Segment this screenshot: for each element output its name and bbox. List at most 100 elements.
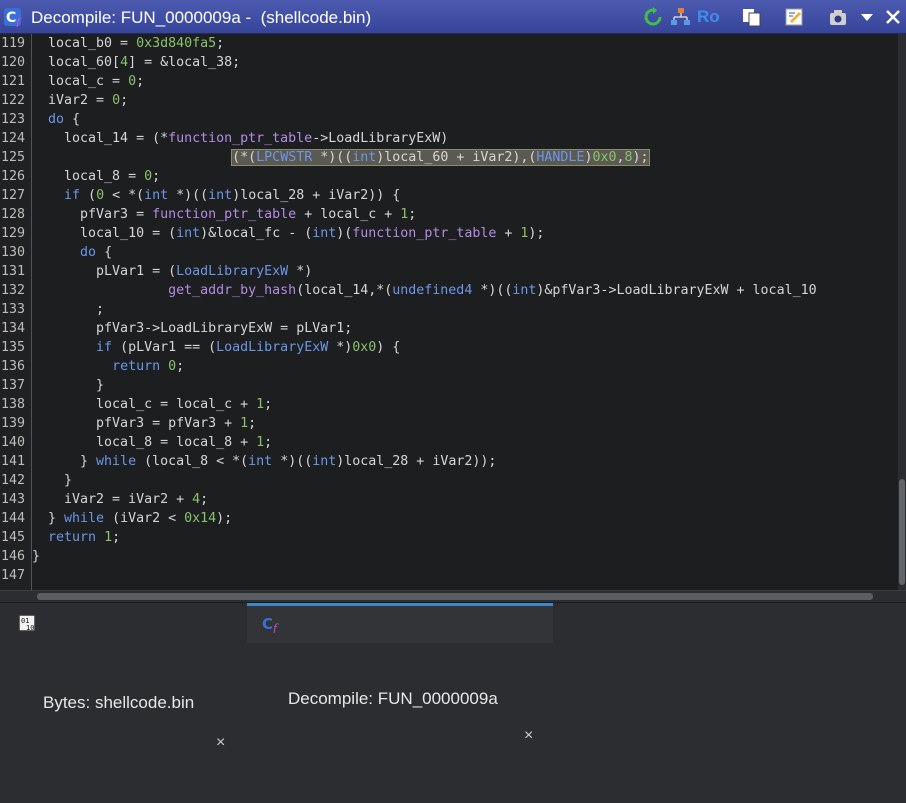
line-number: 128 xyxy=(1,207,26,222)
code-line[interactable]: 135 if (pLVar1 == (LoadLibraryExW *)0x0)… xyxy=(0,338,906,357)
edit-icon[interactable] xyxy=(785,7,805,27)
line-number: 139 xyxy=(1,416,26,431)
svg-text:C: C xyxy=(262,615,273,633)
bytes-icon: 01 10 xyxy=(18,614,36,632)
chevron-down-icon[interactable] xyxy=(859,7,875,27)
tab-decompile-close-icon[interactable]: × xyxy=(524,717,533,754)
vertical-scrollbar-thumb[interactable] xyxy=(899,479,905,585)
code-line[interactable]: 127 if (0 < *(int *)((int)local_28 + iVa… xyxy=(0,186,906,205)
line-number: 130 xyxy=(1,245,26,260)
code-line[interactable]: 126 local_8 = 0; xyxy=(0,167,906,186)
code-line[interactable]: 138 local_c = local_c + 1; xyxy=(0,395,906,414)
code-text: local_8 = 0; xyxy=(32,169,161,184)
code-text: local_10 = (int)&local_fc - (int)(functi… xyxy=(32,226,545,241)
line-number: 125 xyxy=(1,150,26,165)
code-line-highlighted[interactable]: 125 (*(LPCWSTR *)((int)local_60 + iVar2)… xyxy=(0,148,906,167)
code-text: do { xyxy=(80,245,113,260)
svg-text:10: 10 xyxy=(26,624,34,632)
line-number: 146 xyxy=(1,549,26,564)
code-line[interactable]: 121 local_c = 0; xyxy=(0,72,906,91)
code-text: do { xyxy=(48,112,81,127)
function-graph-icon[interactable] xyxy=(670,7,692,27)
code-text: } xyxy=(32,549,41,564)
code-line[interactable]: 129 local_10 = (int)&local_fc - (int)(fu… xyxy=(0,224,906,243)
code-text: if (0 < *(int *)((int)local_28 + iVar2))… xyxy=(64,188,401,203)
code-line[interactable]: 123 do { xyxy=(0,110,906,129)
code-line[interactable]: 119 local_b0 = 0x3d840fa5; xyxy=(0,34,906,53)
line-number: 145 xyxy=(1,530,26,545)
code-line[interactable]: 124 local_14 = (*function_ptr_table->Loa… xyxy=(0,129,906,148)
line-number: 144 xyxy=(1,511,26,526)
code-line[interactable]: 132 get_addr_by_hash(local_14,*(undefine… xyxy=(0,281,906,300)
code-text: } xyxy=(32,473,73,488)
line-number: 122 xyxy=(1,93,26,108)
code-line[interactable]: 137 } xyxy=(0,376,906,395)
tab-bytes-label: Bytes: shellcode.bin xyxy=(43,693,195,712)
horizontal-scrollbar[interactable] xyxy=(0,590,906,602)
snapshot-icon[interactable] xyxy=(828,7,848,27)
code-text: pfVar3 = function_ptr_table + local_c + … xyxy=(32,207,417,222)
code-line[interactable]: 147 xyxy=(0,566,906,585)
code-line[interactable]: 128 pfVar3 = function_ptr_table + local_… xyxy=(0,205,906,224)
code-line[interactable]: 144 } while (iVar2 < 0x14); xyxy=(0,509,906,528)
code-text: if (pLVar1 == (LoadLibraryExW *)0x0) { xyxy=(96,340,401,355)
code-line[interactable]: 139 pfVar3 = pfVar3 + 1; xyxy=(0,414,906,433)
code-text: local_c = local_c + 1; xyxy=(32,397,273,412)
code-text: ; xyxy=(32,302,105,317)
line-number: 131 xyxy=(1,264,26,279)
line-number: 129 xyxy=(1,226,26,241)
code-text: } while (iVar2 < 0x14); xyxy=(32,511,233,526)
copy-icon[interactable] xyxy=(742,7,762,27)
code-line[interactable]: 146} xyxy=(0,547,906,566)
close-icon[interactable] xyxy=(885,7,901,27)
code-text: } xyxy=(32,378,105,393)
line-number: 126 xyxy=(1,169,26,184)
code-text: iVar2 = iVar2 + 4; xyxy=(32,492,209,507)
decompiler-editor[interactable]: 119 local_b0 = 0x3d840fa5; 120 local_60[… xyxy=(0,34,906,590)
code-text-highlighted: (*(LPCWSTR *)((int)local_60 + iVar2),(HA… xyxy=(231,149,650,166)
code-line[interactable]: 130 do { xyxy=(0,243,906,262)
code-text: get_addr_by_hash(local_14,*(undefined4 *… xyxy=(168,283,817,298)
line-number: 147 xyxy=(1,568,26,583)
code-line[interactable]: 133 ; xyxy=(0,300,906,319)
tab-bytes-close-icon[interactable]: × xyxy=(216,723,225,763)
tab-bytes[interactable]: 01 10 Bytes: shellcode.bin × xyxy=(0,603,246,751)
line-number: 121 xyxy=(1,74,26,89)
code-line[interactable]: 141 } while (local_8 < *(int *)((int)loc… xyxy=(0,452,906,471)
line-number: 135 xyxy=(1,340,26,355)
tab-decompile[interactable]: C f Decompile: FUN_0000009a × xyxy=(247,603,553,744)
code-text: iVar2 = 0; xyxy=(32,93,129,108)
line-number: 138 xyxy=(1,397,26,412)
line-number: 140 xyxy=(1,435,26,450)
svg-text:C: C xyxy=(6,10,16,26)
code-line[interactable]: 122 iVar2 = 0; xyxy=(0,91,906,110)
code-text: pfVar3->LoadLibraryExW = pLVar1; xyxy=(32,321,353,336)
code-text: local_b0 = 0x3d840fa5; xyxy=(32,36,225,51)
code-line[interactable]: 136 return 0; xyxy=(0,357,906,376)
line-number: 136 xyxy=(1,359,26,374)
code-text: local_8 = local_8 + 1; xyxy=(32,435,273,450)
code-line[interactable]: 142 } xyxy=(0,471,906,490)
code-line[interactable]: 140 local_8 = local_8 + 1; xyxy=(0,433,906,452)
code-text: pLVar1 = (LoadLibraryExW *) xyxy=(32,264,313,279)
tab-decompile-label: Decompile: FUN_0000009a xyxy=(288,689,498,708)
code-line[interactable]: 134 pfVar3->LoadLibraryExW = pLVar1; xyxy=(0,319,906,338)
svg-text:f: f xyxy=(272,622,279,633)
line-number: 134 xyxy=(1,321,26,336)
code-line[interactable]: 143 iVar2 = iVar2 + 4; xyxy=(0,490,906,509)
code-line[interactable]: 120 local_60[4] = &local_38; xyxy=(0,53,906,72)
code-line[interactable]: 131 pLVar1 = (LoadLibraryExW *) xyxy=(0,262,906,281)
line-number: 120 xyxy=(1,55,26,70)
line-number: 133 xyxy=(1,302,26,317)
code-line[interactable]: 145 return 1; xyxy=(0,528,906,547)
code-text: local_60[4] = &local_38; xyxy=(32,55,241,70)
line-number: 127 xyxy=(1,188,26,203)
horizontal-scrollbar-thumb[interactable] xyxy=(37,593,873,600)
code-text: local_14 = (*function_ptr_table->LoadLib… xyxy=(32,131,449,146)
line-number: 142 xyxy=(1,473,26,488)
code-text: return 1; xyxy=(48,530,121,545)
refresh-icon[interactable] xyxy=(644,7,662,27)
read-only-toggle[interactable]: Ro xyxy=(697,7,720,27)
line-number: 132 xyxy=(1,283,26,298)
code-text: } while (local_8 < *(int *)((int)local_2… xyxy=(32,454,497,469)
